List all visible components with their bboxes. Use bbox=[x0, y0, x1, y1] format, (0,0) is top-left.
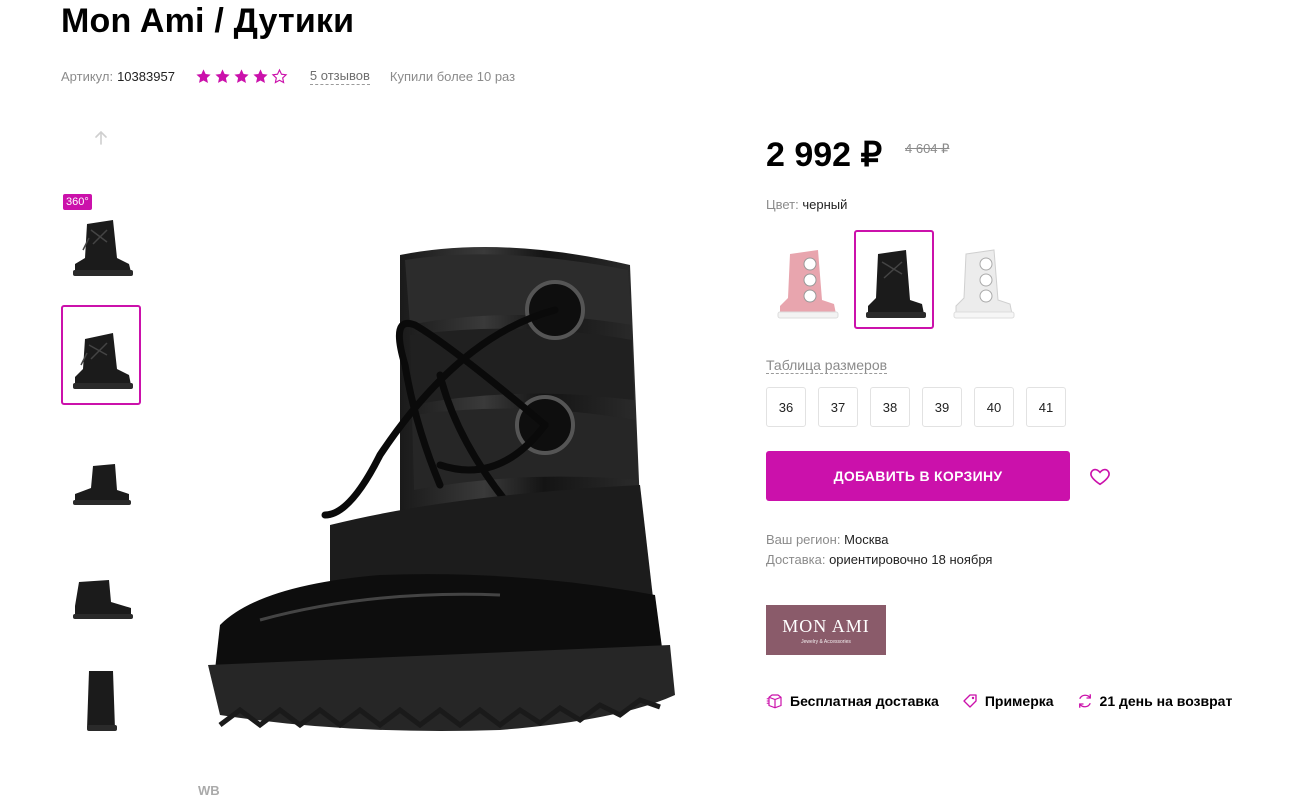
feature-fitting-label: Примерка bbox=[984, 693, 1054, 709]
heart-icon[interactable] bbox=[1089, 465, 1111, 487]
brand-logo[interactable]: MON AMI Jewelry & Accessories bbox=[766, 605, 886, 655]
arrow-up-icon[interactable] bbox=[91, 128, 111, 148]
thumbnail-front[interactable] bbox=[61, 305, 141, 405]
wb-mark: WB bbox=[198, 783, 220, 798]
bought-count: Купили более 10 раз bbox=[389, 68, 516, 84]
rating-stars[interactable] bbox=[195, 68, 290, 85]
feature-fitting: Примерка bbox=[961, 692, 1054, 710]
feature-return-label: 21 день на возврат bbox=[1099, 693, 1233, 709]
boot-thumbnail-image bbox=[73, 580, 133, 619]
star-filled-icon bbox=[215, 68, 230, 83]
boot-white-image bbox=[953, 249, 1015, 319]
size-table-link[interactable]: Таблица размеров bbox=[766, 357, 888, 374]
star-filled-icon bbox=[196, 68, 211, 83]
reviews-link[interactable]: 5 отзывов bbox=[309, 68, 370, 85]
boot-thumbnail-image bbox=[87, 671, 117, 731]
region-label: Ваш регион: bbox=[766, 532, 841, 547]
color-swatch-white[interactable] bbox=[942, 230, 1022, 329]
product-main-image[interactable] bbox=[200, 225, 680, 765]
thumbnail-360[interactable]: 360° bbox=[61, 192, 141, 292]
old-price: 4 604 ₽ bbox=[905, 141, 950, 156]
boot-thumbnail-image bbox=[73, 220, 133, 276]
brand-logo-tagline: Jewelry & Accessories bbox=[801, 638, 851, 645]
boot-pink-image bbox=[777, 250, 839, 319]
product-title: Mon Ami / Дутики bbox=[61, 2, 355, 40]
feature-free-delivery: Бесплатная доставка bbox=[766, 692, 939, 710]
article-label: Артикул: bbox=[61, 68, 114, 84]
delivery-row: Доставка: ориентировочно 18 ноября bbox=[766, 552, 992, 567]
current-price: 2 992 ₽ bbox=[766, 136, 883, 174]
thumbnail-back-side[interactable] bbox=[61, 532, 141, 632]
article-number: 10383957 bbox=[117, 68, 175, 84]
color-value: черный bbox=[802, 197, 848, 212]
boot-thumbnail-image bbox=[73, 464, 131, 505]
size-option[interactable]: 36 bbox=[766, 387, 806, 427]
product-meta: Артикул: 10383957 5 отзывов Купили более… bbox=[61, 66, 515, 86]
boot-thumbnail-image bbox=[73, 333, 133, 389]
size-option[interactable]: 38 bbox=[870, 387, 910, 427]
color-label: Цвет: черный bbox=[766, 197, 847, 212]
refresh-icon bbox=[1078, 694, 1091, 708]
add-to-cart-button[interactable]: ДОБАВИТЬ В КОРЗИНУ bbox=[766, 451, 1070, 501]
color-swatch-pink[interactable] bbox=[766, 230, 846, 329]
size-option[interactable]: 41 bbox=[1026, 387, 1066, 427]
size-option[interactable]: 37 bbox=[818, 387, 858, 427]
boot-black-image bbox=[866, 250, 926, 318]
tag-icon bbox=[963, 694, 977, 708]
star-filled-icon bbox=[253, 68, 268, 83]
size-option[interactable]: 40 bbox=[974, 387, 1014, 427]
delivery-label: Доставка: bbox=[766, 552, 826, 567]
thumbnail-side[interactable] bbox=[61, 418, 141, 518]
color-label-text: Цвет: bbox=[766, 197, 799, 212]
size-selector: 36 37 38 39 40 41 bbox=[766, 387, 1078, 427]
features-row: Бесплатная доставка Примерка 21 день на … bbox=[766, 692, 1254, 710]
star-empty-icon bbox=[271, 68, 288, 84]
feature-free-delivery-label: Бесплатная доставка bbox=[790, 693, 939, 709]
color-swatch-black[interactable] bbox=[854, 230, 934, 329]
feature-return: 21 день на возврат bbox=[1076, 692, 1233, 710]
brand-logo-name: MON AMI bbox=[782, 615, 870, 636]
region-value[interactable]: Москва bbox=[844, 532, 888, 547]
size-option[interactable]: 39 bbox=[922, 387, 962, 427]
delivery-value: ориентировочно 18 ноября bbox=[829, 552, 993, 567]
box-icon bbox=[766, 694, 782, 709]
star-filled-icon bbox=[234, 68, 249, 83]
thumbnail-back[interactable] bbox=[61, 645, 141, 745]
region-row: Ваш регион: Москва bbox=[766, 532, 888, 547]
